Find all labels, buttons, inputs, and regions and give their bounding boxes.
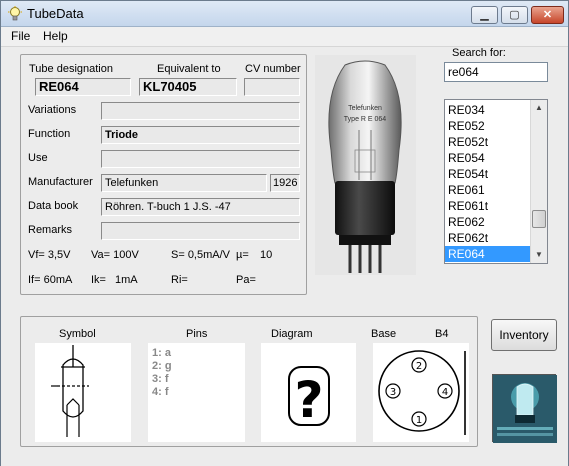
pa-value: Pa= — [236, 274, 256, 286]
base-pin-4: 4 — [442, 387, 448, 398]
base-pin-2: 2 — [416, 361, 422, 372]
pin-item: 3: f — [152, 373, 169, 385]
scroll-down-icon[interactable]: ▼ — [531, 247, 547, 263]
photo-label-1: Telefunken — [348, 105, 382, 112]
ri-value: Ri= — [171, 274, 188, 286]
base-label: Base — [371, 328, 397, 340]
diagram-label: Diagram — [271, 328, 313, 340]
tube-photo: Telefunken Type R E 064 — [315, 55, 416, 275]
remarks-field[interactable] — [101, 222, 300, 240]
diagram-placeholder: ? — [294, 371, 323, 429]
pin-item: 1: a — [152, 347, 171, 359]
menu-bar: File Help — [1, 27, 568, 46]
minimize-icon: ▁ — [480, 9, 489, 21]
symbol-label: Symbol — [59, 328, 96, 340]
ik-value: 1mA — [115, 274, 138, 286]
databook-field[interactable]: Röhren. T-buch 1 J.S. -47 — [101, 198, 300, 216]
diagram-panel: ? — [261, 343, 356, 442]
variations-label: Variations — [28, 104, 77, 116]
base-panel: 1 2 3 4 — [373, 343, 469, 442]
databook-label: Data book — [28, 200, 79, 212]
search-input[interactable] — [444, 62, 548, 82]
pins-panel: 1: a 2: g 3: f 4: f — [148, 343, 245, 442]
list-scrollbar[interactable]: ▲ ▼ — [530, 100, 547, 263]
base-pinout-icon: 1 2 3 4 — [378, 350, 466, 435]
maximize-button[interactable]: ▢ — [501, 6, 528, 24]
title-bar: TubeData ▁ ▢ ✕ — [1, 1, 568, 27]
window-title: TubeData — [27, 6, 84, 21]
function-label: Function — [28, 128, 71, 140]
base-pin-3: 3 — [390, 387, 396, 398]
va-value: Va= 100V — [91, 249, 139, 261]
unknown-diagram-icon: ? — [288, 366, 330, 429]
pin-item: 4: f — [152, 386, 169, 398]
year-field[interactable]: 1926 — [270, 174, 300, 192]
close-button[interactable]: ✕ — [531, 6, 564, 24]
use-label: Use — [28, 152, 48, 164]
manufacturer-field[interactable]: Telefunken — [101, 174, 267, 192]
mu-label: µ= — [236, 249, 249, 261]
search-label: Search for: — [452, 47, 506, 59]
designation-label: Tube designation — [29, 63, 113, 75]
menu-file[interactable]: File — [11, 29, 30, 43]
base-type: B4 — [435, 328, 449, 340]
lightbulb-icon — [8, 6, 22, 21]
symbol-panel — [35, 343, 131, 442]
tube-photo-image: Telefunken Type R E 064 — [328, 60, 402, 273]
scroll-up-icon[interactable]: ▲ — [531, 100, 547, 116]
pins-list: 1: a 2: g 3: f 4: f — [148, 347, 245, 399]
pins-label: Pins — [186, 328, 208, 340]
tube-logo-icon — [493, 375, 557, 443]
mu-value: 10 — [260, 249, 273, 261]
tube-info-group: Tube designation Equivalent to CV number… — [20, 54, 307, 295]
remarks-label: Remarks — [28, 224, 73, 236]
base-pin-1: 1 — [416, 415, 422, 426]
menu-help[interactable]: Help — [43, 29, 68, 43]
function-field[interactable]: Triode — [101, 126, 300, 144]
variations-field[interactable] — [101, 102, 300, 120]
minimize-button[interactable]: ▁ — [471, 6, 498, 24]
vf-value: Vf= 3,5V — [28, 249, 71, 261]
s-value: S= 0,5mA/V — [171, 249, 231, 261]
if-value: If= 60mA — [28, 274, 73, 286]
equivalent-field[interactable]: KL70405 — [139, 78, 237, 96]
manufacturer-label: Manufacturer — [28, 176, 93, 188]
client-area: Tube designation Equivalent to CV number… — [1, 46, 568, 466]
inventory-button[interactable]: Inventory — [491, 319, 557, 351]
scroll-thumb[interactable] — [532, 210, 546, 228]
photo-label-2: Type R E 064 — [344, 116, 387, 123]
close-icon: ✕ — [542, 9, 553, 21]
ik-label: Ik= — [91, 274, 106, 286]
pin-item: 2: g — [152, 360, 172, 372]
app-window: TubeData ▁ ▢ ✕ File Help Tube designatio… — [0, 0, 569, 466]
use-field[interactable] — [101, 150, 300, 168]
equivalent-label: Equivalent to — [157, 63, 221, 75]
triode-symbol-icon — [51, 345, 89, 437]
app-logo — [492, 374, 557, 443]
maximize-icon: ▢ — [509, 9, 520, 21]
tube-list[interactable]: RE034 RE052 RE052t RE054 RE054t RE061 RE061t RE… — [444, 99, 548, 264]
designation-field[interactable]: RE064 — [35, 78, 131, 96]
cv-field[interactable] — [244, 78, 300, 96]
diagram-group: Symbol Pins Diagram Base B4 1: a2: g3: — [20, 316, 478, 447]
cv-label: CV number — [245, 63, 301, 75]
